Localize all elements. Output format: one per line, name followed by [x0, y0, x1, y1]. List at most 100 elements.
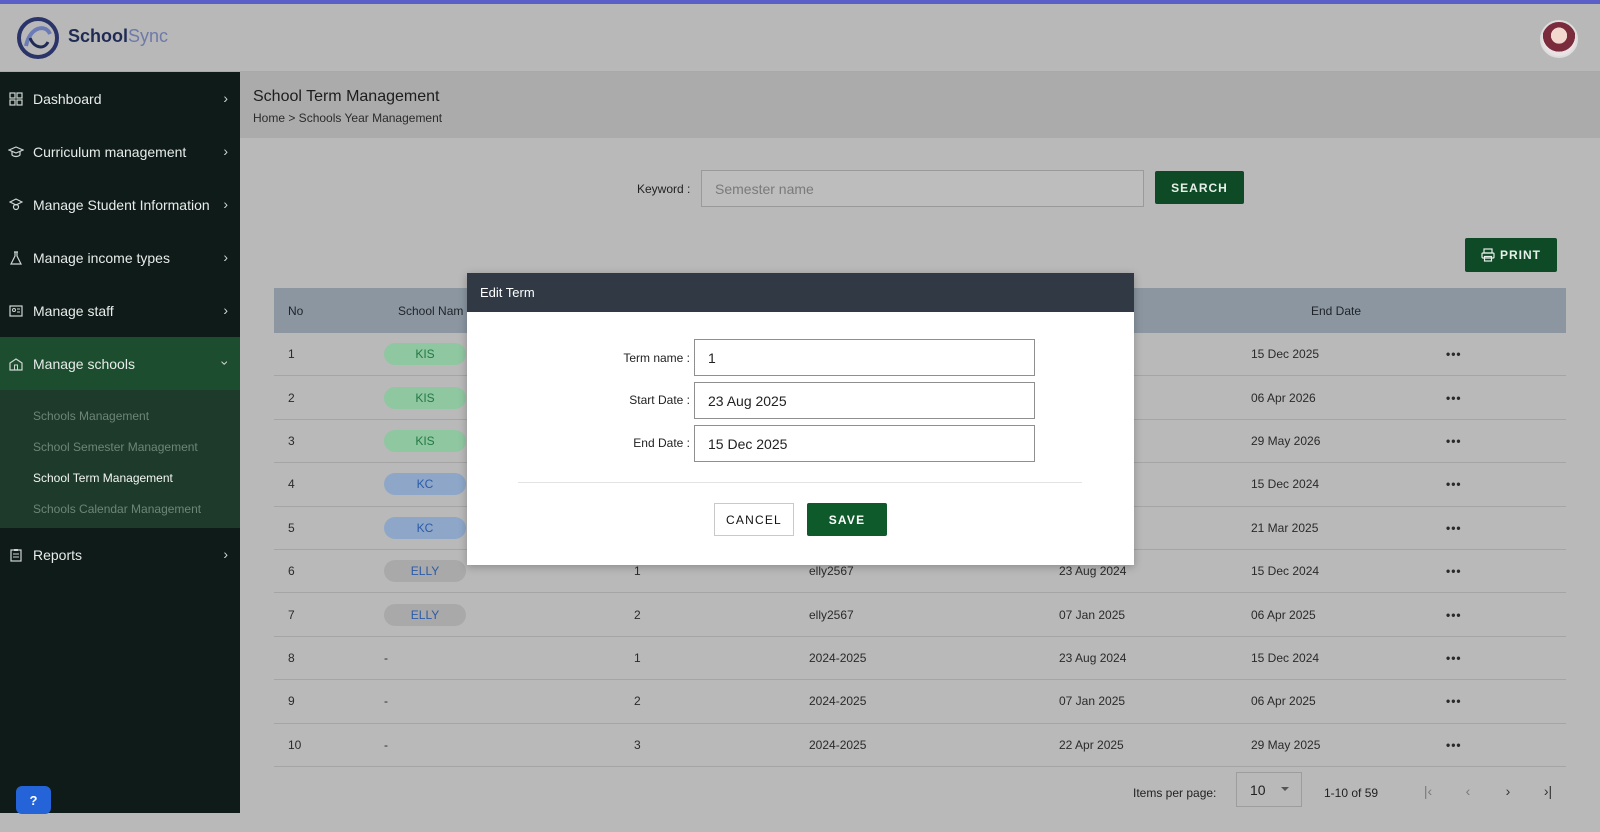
cell-end-date: 06 Apr 2026 [1251, 390, 1316, 405]
cell-end-date: 15 Dec 2024 [1251, 650, 1320, 665]
start-date-field[interactable]: 23 Aug 2025 [694, 382, 1035, 419]
cell-term: 1 [634, 564, 641, 579]
cell-term: 1 [634, 650, 641, 665]
chevron-right-icon: › [223, 196, 228, 212]
cancel-button[interactable]: CANCEL [714, 503, 794, 536]
staff-card-icon [8, 303, 24, 319]
logo-school-text: School [68, 26, 129, 46]
cell-no: 5 [288, 520, 295, 535]
sidebar-item-curriculum[interactable]: Curriculum management › [0, 125, 240, 178]
cell-semester: 2024-2025 [809, 650, 867, 665]
row-actions-icon[interactable]: ••• [1446, 434, 1506, 448]
cell-no: 6 [288, 564, 295, 579]
cell-start-date: 23 Aug 2024 [1059, 564, 1127, 579]
logo-icon [17, 17, 59, 59]
start-date-label: Start Date : [629, 393, 690, 407]
cell-semester: elly2567 [809, 564, 854, 579]
chevron-right-icon: › [223, 143, 228, 159]
page-titlebar: School Term Management Home > Schools Ye… [240, 72, 1600, 138]
cell-no: 10 [288, 737, 302, 752]
user-avatar[interactable] [1540, 20, 1578, 58]
sidebar-item-label: Dashboard [33, 90, 102, 107]
column-header-end-date: End Date [1311, 303, 1362, 318]
sidebar-item-staff[interactable]: Manage staff › [0, 284, 240, 337]
cell-end-date: 15 Dec 2024 [1251, 564, 1320, 579]
cell-no: 4 [288, 477, 295, 492]
next-page-icon[interactable]: › [1498, 781, 1518, 801]
cell-school: - [384, 738, 634, 752]
help-button[interactable]: ? [16, 786, 51, 814]
cell-end-date: 06 Apr 2025 [1251, 694, 1316, 709]
term-name-label: Term name : [623, 351, 690, 365]
row-actions-icon[interactable]: ••• [1446, 521, 1506, 535]
sidebar-item-dashboard[interactable]: Dashboard › [0, 72, 240, 125]
sidebar: Dashboard › Curriculum management › Mana… [0, 72, 240, 813]
row-actions-icon[interactable]: ••• [1446, 738, 1506, 752]
pagination: Items per page: 10 1-10 of 59 |‹ ‹ › ›| [240, 772, 1600, 808]
breadcrumb[interactable]: Home > Schools Year Management [253, 111, 442, 125]
cell-end-date: 15 Dec 2025 [1251, 347, 1320, 362]
end-date-field[interactable]: 15 Dec 2025 [694, 425, 1035, 462]
row-actions-icon[interactable]: ••• [1446, 391, 1506, 405]
chevron-right-icon: › [223, 90, 228, 106]
cell-end-date: 29 May 2026 [1251, 433, 1321, 448]
submenu-item-calendar-management[interactable]: Schools Calendar Management [0, 493, 240, 524]
row-actions-icon[interactable]: ••• [1446, 694, 1506, 708]
keyword-label: Keyword : [637, 182, 691, 196]
cell-end-date: 06 Apr 2025 [1251, 607, 1316, 622]
row-actions-icon[interactable]: ••• [1446, 477, 1506, 491]
submenu-item-schools-management[interactable]: Schools Management [0, 400, 240, 431]
table-row: 10 - 3 2024-2025 22 Apr 2025 29 May 2025 ••• [274, 723, 1566, 767]
school-value: - [384, 694, 388, 709]
page-title: School Term Management [253, 88, 440, 105]
items-per-page-select[interactable]: 10 [1236, 772, 1302, 807]
cell-start-date: 23 Aug 2024 [1059, 650, 1127, 665]
items-per-page-value: 10 [1250, 781, 1266, 798]
chevron-down-icon: › [217, 360, 234, 366]
search-button[interactable]: SEARCH [1155, 171, 1244, 204]
cell-start-date: 07 Jan 2025 [1059, 694, 1126, 709]
sidebar-item-label: Reports [33, 546, 83, 563]
cell-start-date: 22 Apr 2025 [1059, 737, 1124, 752]
submenu-item-term-management[interactable]: School Term Management [0, 462, 240, 493]
sidebar-item-label: Curriculum management [33, 143, 187, 160]
cell-no: 8 [288, 650, 295, 665]
sidebar-item-income-types[interactable]: Manage income types › [0, 231, 240, 284]
school-chip: KC [384, 516, 466, 539]
first-page-icon[interactable]: |‹ [1418, 781, 1438, 801]
cell-no: 9 [288, 694, 295, 709]
sidebar-item-student-information[interactable]: Manage Student Information › [0, 178, 240, 231]
clipboard-icon [8, 547, 24, 563]
column-header-no: No [288, 303, 304, 318]
sidebar-item-schools[interactable]: Manage schools › [0, 337, 240, 390]
row-actions-icon[interactable]: ••• [1446, 564, 1506, 578]
sidebar-item-label: Manage income types [33, 249, 170, 266]
school-chip: KIS [384, 429, 466, 452]
cell-end-date: 29 May 2025 [1251, 737, 1321, 752]
sidebar-item-reports[interactable]: Reports › [0, 528, 240, 581]
save-button[interactable]: SAVE [807, 503, 887, 536]
search-input[interactable]: Semester name [701, 170, 1144, 207]
cell-term: 3 [634, 737, 641, 752]
cell-school: ELLY [384, 603, 634, 626]
row-actions-icon[interactable]: ••• [1446, 651, 1506, 665]
table-row: 9 - 2 2024-2025 07 Jan 2025 06 Apr 2025 ••• [274, 680, 1566, 724]
help-icon: ? [29, 792, 38, 808]
previous-page-icon[interactable]: ‹ [1458, 781, 1478, 801]
print-button[interactable]: PRINT [1465, 238, 1557, 272]
last-page-icon[interactable]: ›| [1538, 781, 1558, 801]
student-icon [8, 197, 24, 213]
school-chip: KIS [384, 386, 466, 409]
flask-icon [8, 250, 24, 266]
term-name-field[interactable]: 1 [694, 339, 1035, 376]
row-actions-icon[interactable]: ••• [1446, 347, 1506, 361]
submenu-item-semester-management[interactable]: School Semester Management [0, 431, 240, 462]
school-chip: KIS [384, 343, 466, 366]
sidebar-item-label: Manage staff [33, 302, 114, 319]
dialog-title: Edit Term [467, 273, 1134, 312]
school-chip: ELLY [384, 560, 466, 583]
end-date-label: End Date : [633, 436, 690, 450]
logo-sync-text: Sync [128, 26, 169, 46]
chevron-right-icon: › [223, 302, 228, 318]
row-actions-icon[interactable]: ••• [1446, 608, 1506, 622]
